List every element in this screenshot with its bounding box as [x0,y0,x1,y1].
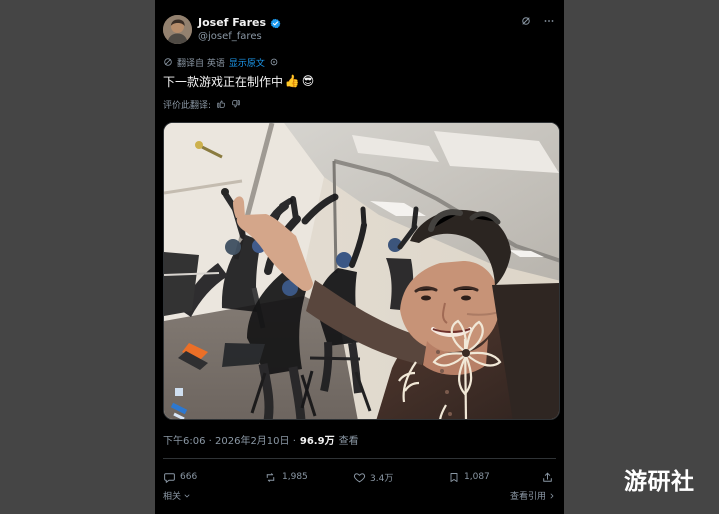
chevron-down-icon [183,492,191,500]
view-label: 查看 [338,435,359,447]
chevron-right-icon [548,492,556,500]
post-text-content: 下一款游戏正在制作中 [163,74,284,89]
related-label: 相关 [163,492,182,502]
reply-count: 666 [180,472,198,482]
view-quotes-label: 查看引用 [509,492,546,502]
author-name[interactable]: Josef Fares [198,16,266,30]
share-icon [541,471,554,484]
settings-icon[interactable] [269,57,279,67]
author-name-wrap: Josef Fares [198,16,281,30]
screenshot-frame: Josef Fares @josef_fares 翻译自 英语 显示原文 下一款… [0,0,719,514]
action-divider [163,458,556,459]
header-actions [520,15,556,27]
translation-feedback-row: 评价此翻译: [163,98,241,111]
post-actions: 666 1,985 3.4万 1,087 [163,468,556,486]
rate-translation-label: 评价此翻译: [163,100,212,111]
repost-count: 1,985 [282,472,308,482]
repost-icon [263,471,278,484]
sunglasses-emoji: 😎 [301,74,315,88]
more-icon[interactable] [542,15,556,27]
post-photo[interactable] [163,122,560,420]
bookmark-icon [448,471,460,484]
avatar[interactable] [163,15,192,44]
thumbs-up-icon[interactable] [216,99,226,109]
grok-icon[interactable] [520,15,532,27]
bookmark-button[interactable]: 1,087 [448,468,490,486]
author-handle[interactable]: @josef_fares [198,31,262,43]
related-link[interactable]: 相关 [163,489,191,502]
thumbs-down-icon[interactable] [231,99,241,109]
reply-icon [163,471,176,484]
share-button[interactable] [541,468,554,486]
site-watermark: 游研社 [624,469,695,495]
like-count: 3.4万 [370,473,394,484]
post-card: Josef Fares @josef_fares 翻译自 英语 显示原文 下一款… [155,0,564,514]
post-text: 下一款游戏正在制作中 👍 😎 [163,72,315,90]
post-meta: 下午6:06 · 2026年2月10日 · 96.9万 查看 [163,432,359,447]
post-timestamp[interactable]: 下午6:06 · 2026年2月10日 · [163,432,296,447]
like-button[interactable]: 3.4万 [353,468,393,486]
bookmark-count: 1,087 [464,472,490,482]
translation-row: 翻译自 英语 显示原文 [163,56,279,69]
show-original-link[interactable]: 显示原文 [229,56,265,69]
view-count[interactable]: 96.9万 [300,432,335,447]
translation-prefix: 翻译自 英语 [177,58,225,69]
reply-button[interactable]: 666 [163,468,197,486]
post-header: Josef Fares @josef_fares [163,14,556,48]
thumbs-up-emoji: 👍 [284,74,300,88]
view-quotes-link[interactable]: 查看引用 [510,489,556,502]
translate-icon [163,57,173,67]
verified-badge-icon [270,18,281,29]
post-footer: 相关 查看引用 [163,489,556,503]
heart-icon [353,471,366,484]
repost-button[interactable]: 1,985 [263,468,308,486]
